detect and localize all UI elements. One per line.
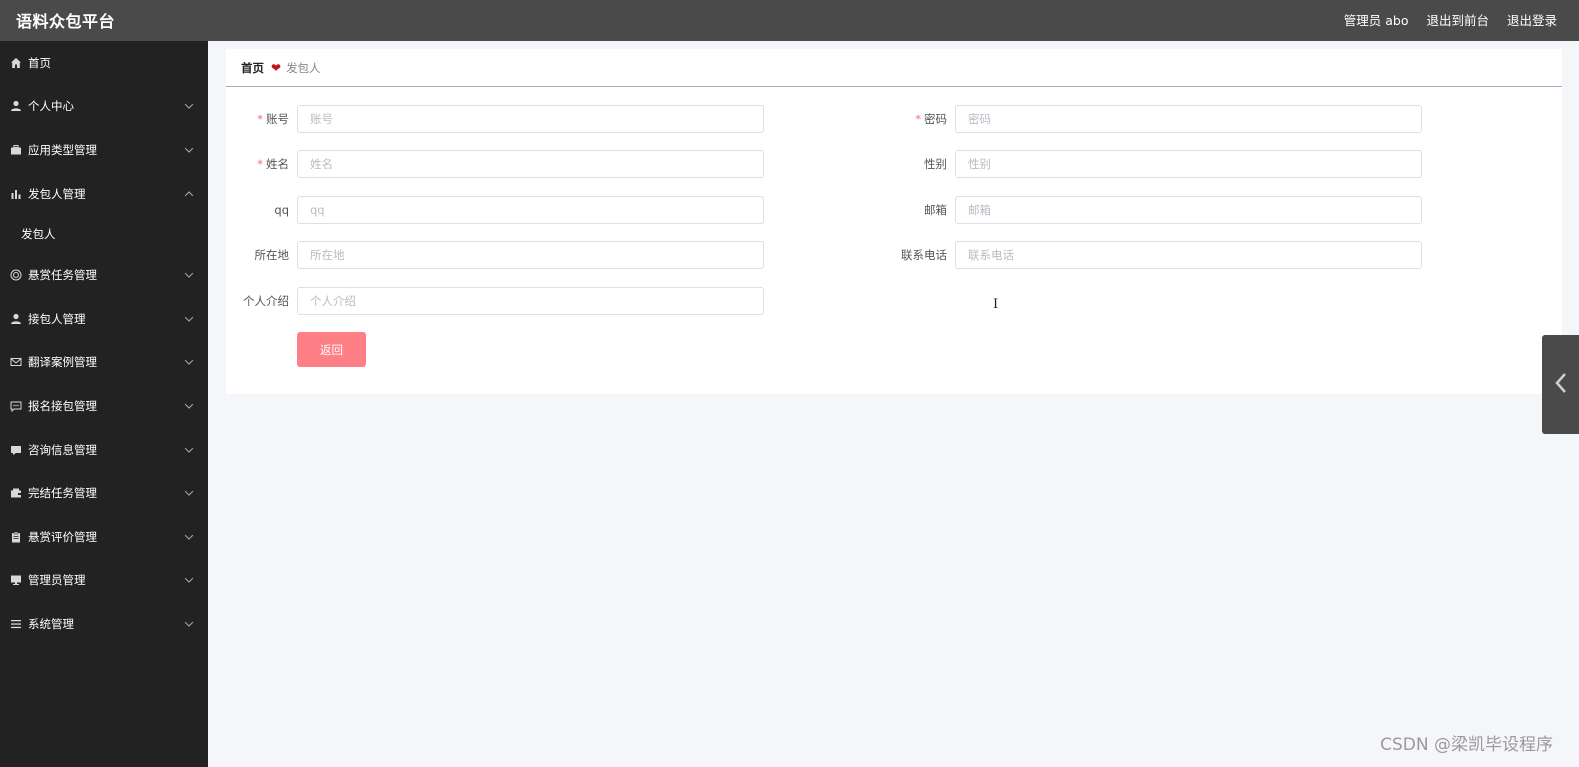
sidebar-item-home[interactable]: 首页 — [0, 41, 208, 85]
chevron-down-icon — [184, 313, 194, 322]
sidebar-item-label: 报名接包管理 — [28, 398, 97, 413]
name-input[interactable] — [297, 150, 764, 178]
text-cursor-icon: I — [993, 297, 999, 312]
chevron-down-icon — [184, 574, 194, 584]
chevron-down-icon — [184, 100, 194, 110]
email-label: 邮箱 — [924, 203, 947, 217]
email-input[interactable] — [955, 196, 1422, 224]
user-icon — [9, 312, 23, 326]
sidebar-item-reward-review[interactable]: 悬赏评价管理 — [0, 515, 208, 559]
back-button[interactable]: 返回 — [297, 332, 366, 367]
side-panel-toggle[interactable] — [1542, 335, 1579, 434]
sidebar-item-label: 翻译案例管理 — [28, 355, 97, 370]
sidebar-item-contractor-mgmt[interactable]: 发包人管理 — [0, 172, 208, 216]
sidebar-item-label: 接包人管理 — [28, 311, 86, 326]
sidebar-subitem-label: 发包人 — [21, 227, 56, 242]
sidebar-item-label: 完结任务管理 — [28, 486, 97, 501]
sidebar: 首页 个人中心 应用类型管理 发包人管理 发包人 悬赏任务管理 接包人管理 翻译… — [0, 41, 208, 767]
sidebar-item-label: 咨询信息管理 — [28, 442, 97, 457]
sidebar-item-system-mgmt[interactable]: 系统管理 — [0, 602, 208, 646]
main-content: 首页 ❤ 发包人 *账号 *密码 *姓名 性别 qq 邮箱 所在地 联系电话 — [208, 41, 1579, 767]
breadcrumb-home[interactable]: 首页 — [241, 60, 264, 76]
account-input[interactable] — [297, 105, 764, 133]
top-bar: 语料众包平台 管理员 abo 退出到前台 退出登录 — [0, 0, 1579, 41]
sidebar-item-label: 发包人管理 — [28, 186, 86, 201]
intro-label: 个人介绍 — [243, 294, 289, 308]
chevron-left-icon — [1554, 372, 1568, 398]
list-icon — [9, 617, 23, 631]
password-input[interactable] — [955, 105, 1422, 133]
sidebar-item-consult[interactable]: 咨询信息管理 — [0, 428, 208, 472]
exit-to-front-link[interactable]: 退出到前台 — [1426, 10, 1489, 29]
chevron-down-icon — [184, 356, 194, 366]
sidebar-item-reward-task[interactable]: 悬赏任务管理 — [0, 253, 208, 297]
chevron-down-icon — [184, 144, 194, 153]
chevron-down-icon — [184, 443, 194, 453]
gender-label: 性别 — [924, 157, 947, 171]
chevron-down-icon — [184, 400, 194, 409]
wallet-icon — [9, 486, 23, 500]
intro-input[interactable] — [297, 287, 764, 315]
sidebar-item-personal-center[interactable]: 个人中心 — [0, 85, 208, 129]
account-label: * 账号 — [257, 112, 289, 126]
chevron-up-icon — [184, 190, 194, 200]
sidebar-subitem-contractor[interactable]: 发包人 — [0, 215, 208, 253]
sidebar-item-receiver-mgmt[interactable]: 接包人管理 — [0, 297, 208, 341]
chat-icon — [9, 399, 23, 413]
sidebar-item-label: 悬赏任务管理 — [28, 268, 97, 283]
watermark: CSDN @梁凯毕设程序 — [1380, 735, 1553, 755]
sidebar-item-signup[interactable]: 报名接包管理 — [0, 384, 208, 428]
qq-label: qq — [274, 203, 289, 217]
chevron-down-icon — [184, 269, 194, 278]
message-icon — [9, 443, 23, 457]
form-panel: 首页 ❤ 发包人 *账号 *密码 *姓名 性别 qq 邮箱 所在地 联系电话 — [226, 49, 1562, 394]
gender-input[interactable] — [955, 150, 1422, 178]
sidebar-item-label: 管理员管理 — [28, 573, 86, 588]
admin-user-label[interactable]: 管理员 abo — [1344, 10, 1409, 29]
sidebar-item-translation-case[interactable]: 翻译案例管理 — [0, 341, 208, 385]
sidebar-item-finished-task[interactable]: 完结任务管理 — [0, 471, 208, 515]
qq-input[interactable] — [297, 196, 764, 224]
sidebar-item-label: 首页 — [28, 55, 51, 70]
sidebar-item-label: 系统管理 — [28, 616, 74, 631]
top-right-links: 管理员 abo 退出到前台 退出登录 — [1344, 10, 1557, 29]
home-icon — [9, 56, 23, 70]
password-label: * 密码 — [915, 112, 947, 126]
sidebar-item-label: 个人中心 — [28, 99, 74, 114]
chevron-down-icon — [184, 487, 194, 496]
chevron-down-icon — [184, 618, 194, 627]
breadcrumb-current: 发包人 — [286, 60, 321, 75]
logout-link[interactable]: 退出登录 — [1507, 10, 1557, 29]
chevron-down-icon — [184, 530, 194, 540]
monitor-icon — [9, 573, 23, 587]
location-input[interactable] — [297, 241, 764, 269]
sidebar-item-label: 应用类型管理 — [28, 142, 97, 157]
clipboard-icon — [9, 530, 23, 544]
briefcase-icon — [9, 143, 23, 157]
name-label: * 姓名 — [257, 157, 289, 171]
sidebar-item-admin-mgmt[interactable]: 管理员管理 — [0, 559, 208, 603]
user-icon — [9, 99, 23, 113]
breadcrumb: 首页 ❤ 发包人 — [226, 49, 1562, 87]
heart-icon: ❤ — [271, 60, 282, 75]
location-label: 所在地 — [254, 248, 290, 262]
phone-input[interactable] — [955, 241, 1422, 269]
app-title: 语料众包平台 — [16, 12, 116, 31]
bar-chart-icon — [9, 187, 23, 201]
phone-label: 联系电话 — [901, 248, 947, 262]
sidebar-item-label: 悬赏评价管理 — [28, 529, 97, 544]
mail-icon — [9, 355, 23, 369]
sidebar-item-app-type[interactable]: 应用类型管理 — [0, 128, 208, 172]
target-icon — [9, 268, 23, 282]
